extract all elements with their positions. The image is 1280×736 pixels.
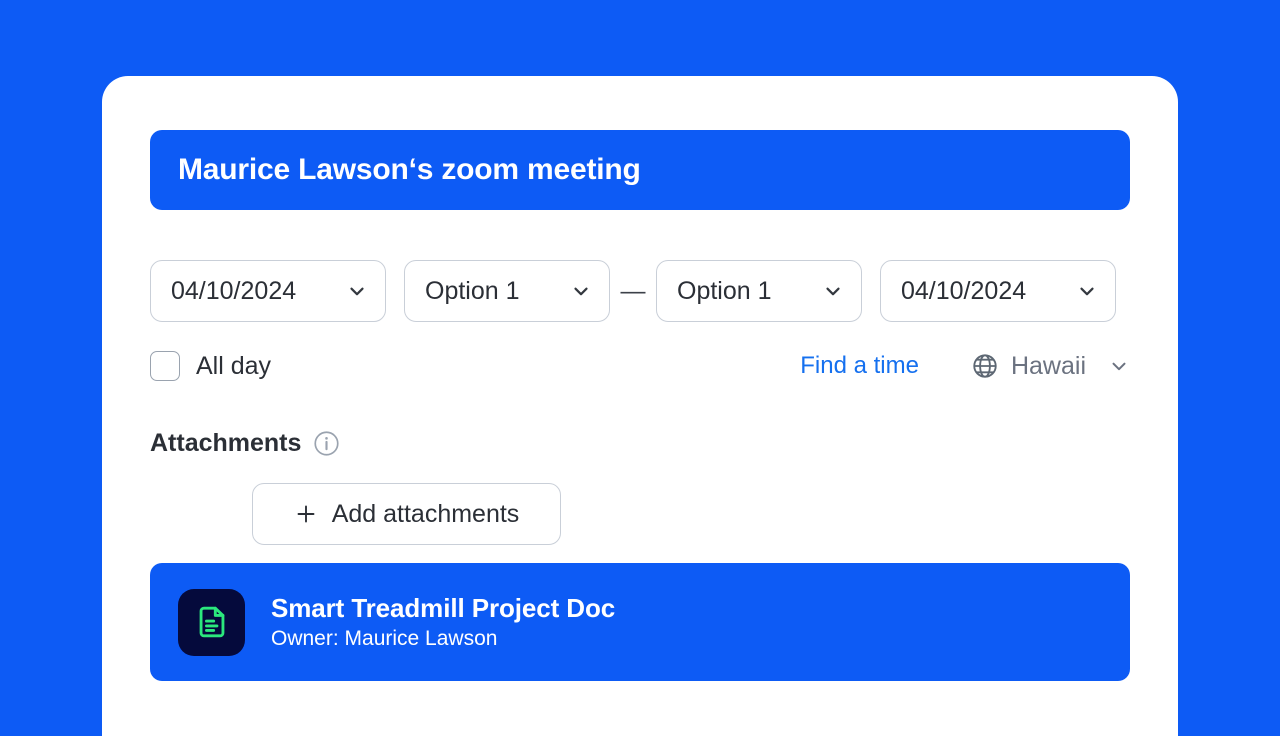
meeting-title-banner[interactable]: Maurice Lawson‘s zoom meeting: [150, 130, 1130, 210]
chevron-down-icon: [1108, 355, 1130, 377]
info-circle-icon[interactable]: [313, 430, 340, 457]
add-attachments-button[interactable]: Add attachments: [252, 483, 561, 545]
document-icon: [194, 604, 230, 640]
chevron-down-icon: [822, 280, 844, 302]
start-date-value: 04/10/2024: [171, 276, 297, 305]
start-time-select[interactable]: Option 1: [404, 260, 610, 322]
end-time-value: Option 1: [677, 276, 772, 305]
plus-icon: [294, 502, 318, 526]
meeting-modal-card: Maurice Lawson‘s zoom meeting 04/10/2024…: [102, 76, 1178, 736]
end-date-value: 04/10/2024: [901, 276, 1027, 305]
all-day-label: All day: [196, 351, 272, 380]
attachment-icon-tile: [178, 588, 245, 656]
range-separator: —: [620, 276, 646, 305]
attachments-section-title: Attachments: [150, 429, 302, 457]
globe-icon: [971, 352, 999, 380]
attachment-meta: Smart Treadmill Project Doc Owner: Mauri…: [271, 593, 615, 651]
add-attachments-label: Add attachments: [331, 499, 520, 528]
chevron-down-icon: [570, 280, 592, 302]
start-time-value: Option 1: [425, 276, 520, 305]
schedule-row: 04/10/2024 Option 1 — Option 1 04/10/202…: [150, 260, 1130, 322]
all-day-group[interactable]: All day: [150, 351, 271, 381]
attachment-item[interactable]: Smart Treadmill Project Doc Owner: Mauri…: [150, 563, 1130, 681]
end-date-select[interactable]: 04/10/2024: [880, 260, 1116, 322]
end-time-select[interactable]: Option 1: [656, 260, 862, 322]
chevron-down-icon: [1076, 280, 1098, 302]
options-row: All day Find a time Hawaii: [150, 346, 1130, 386]
chevron-down-icon: [346, 280, 368, 302]
attachment-owner: Owner: Maurice Lawson: [271, 627, 498, 650]
timezone-label: Hawaii: [1010, 351, 1086, 380]
find-a-time-link[interactable]: Find a time: [800, 352, 919, 380]
options-right-group: Find a time Hawaii: [800, 352, 1130, 381]
all-day-checkbox[interactable]: [150, 351, 180, 381]
attachment-name: Smart Treadmill Project Doc: [271, 593, 616, 623]
start-date-select[interactable]: 04/10/2024: [150, 260, 386, 322]
timezone-select[interactable]: Hawaii: [971, 352, 1130, 381]
meeting-title-text: Maurice Lawson‘s zoom meeting: [178, 153, 641, 186]
attachments-header: Attachments: [150, 429, 340, 458]
